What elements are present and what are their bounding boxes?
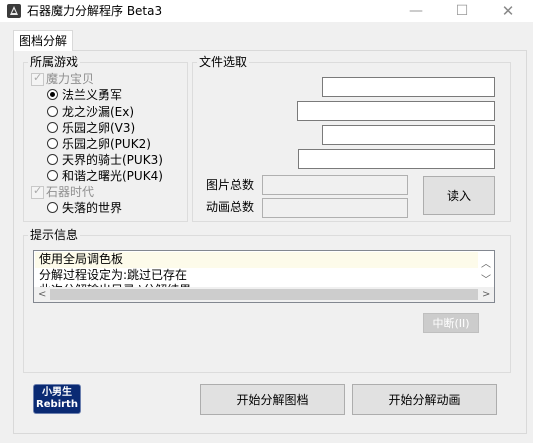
pic-total-field [262, 175, 408, 195]
stoneage-checkbox[interactable] [31, 184, 44, 199]
rebirth-logo: 小男生 Rebirth [33, 384, 81, 414]
minimize-button[interactable]: — [393, 0, 439, 22]
radio-label-1: 法兰义勇军 [62, 88, 123, 102]
horizontal-scrollbar[interactable]: < > [34, 287, 494, 302]
file-path-input-3[interactable] [322, 125, 495, 145]
file-path-input-4[interactable] [298, 149, 495, 169]
radio-option-4[interactable] [47, 138, 58, 149]
scroll-left-icon[interactable]: < [38, 287, 46, 302]
radio-label-7: 失落的世界 [62, 201, 123, 215]
radio-option-6[interactable] [47, 170, 58, 181]
title-bar: 石器魔力分解程序 Beta3 — ☐ ✕ [0, 0, 533, 22]
radio-option-7[interactable] [47, 202, 58, 213]
info-list[interactable]: 使用全局调色板 分解过程设定为:跳过已存在 此次分解输出目录:\分解结果 ︿ ﹀… [33, 250, 495, 303]
app-icon [7, 4, 21, 18]
crossgate-label: 魔力宝贝 [46, 72, 95, 86]
scroll-right-icon[interactable]: > [482, 287, 490, 302]
tab-image-split[interactable]: 图档分解 [13, 30, 73, 51]
close-button[interactable]: ✕ [485, 0, 531, 22]
radio-label-5: 天界的骑士(PUK3) [62, 153, 163, 167]
maximize-button[interactable]: ☐ [439, 0, 485, 22]
radio-option-1[interactable] [47, 89, 58, 100]
close-icon: ✕ [501, 2, 515, 20]
read-button[interactable]: 读入 [423, 176, 495, 215]
list-item: 使用全局调色板 [39, 252, 124, 266]
interrupt-button[interactable]: 中断(II) [423, 313, 479, 333]
anim-total-label: 动画总数 [206, 200, 255, 214]
info-group-title: 提示信息 [30, 228, 79, 242]
pic-total-label: 图片总数 [206, 178, 255, 192]
radio-option-2[interactable] [47, 106, 58, 117]
scroll-up-icon[interactable]: ︿ [481, 255, 491, 270]
stoneage-label: 石器时代 [46, 185, 95, 199]
radio-label-3: 乐园之卵(V3) [62, 121, 136, 135]
window-title: 石器魔力分解程序 Beta3 [27, 4, 163, 18]
maximize-icon: ☐ [455, 3, 469, 19]
logo-line1: 小男生 [42, 387, 72, 398]
split-images-button[interactable]: 开始分解图档 [200, 384, 345, 415]
logo-line2: Rebirth [36, 399, 78, 410]
radio-option-3[interactable] [47, 122, 58, 133]
scroll-thumb[interactable] [50, 289, 478, 300]
radio-label-6: 和谐之曙光(PUK4) [62, 169, 163, 183]
file-group-title: 文件选取 [199, 55, 248, 69]
minimize-icon: — [409, 3, 423, 19]
list-item: 分解过程设定为:跳过已存在 [39, 268, 188, 282]
anim-total-field [262, 198, 408, 218]
file-path-input-1[interactable] [322, 77, 495, 97]
crossgate-checkbox[interactable] [31, 71, 44, 86]
radio-option-5[interactable] [47, 154, 58, 165]
vertical-scrollbar[interactable]: ︿ ﹀ [478, 251, 494, 287]
radio-label-4: 乐园之卵(PUK2) [62, 137, 151, 151]
scroll-down-icon[interactable]: ﹀ [481, 271, 491, 286]
split-animations-button[interactable]: 开始分解动画 [352, 384, 497, 415]
game-group-title: 所属游戏 [30, 55, 79, 69]
file-path-input-2[interactable] [297, 101, 495, 121]
radio-label-2: 龙之沙漏(Ex) [62, 105, 135, 119]
